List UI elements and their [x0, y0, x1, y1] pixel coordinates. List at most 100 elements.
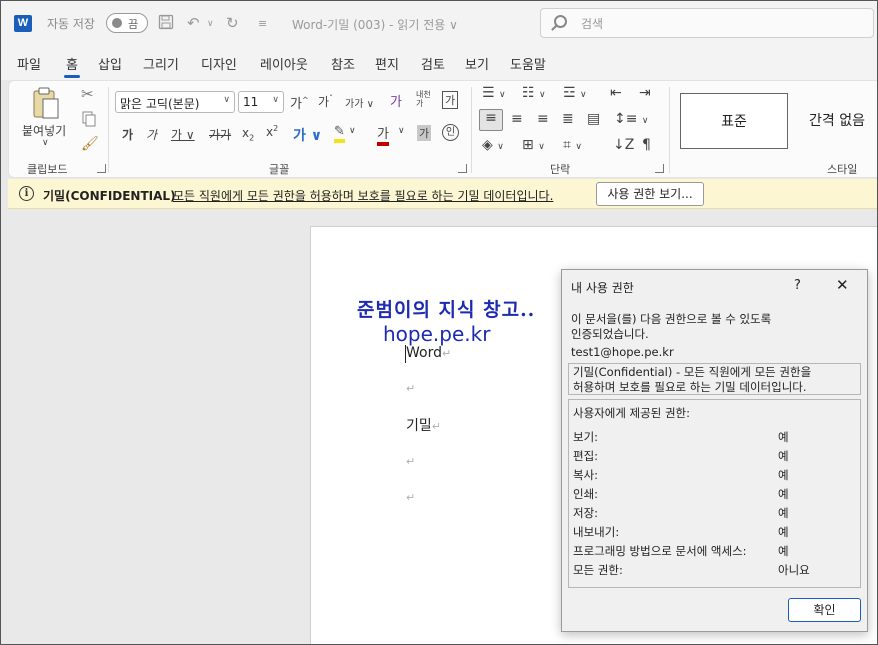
paragraph-3[interactable]: 기밀↵ [406, 415, 441, 435]
align-center-icon[interactable]: ≡ [511, 111, 523, 127]
character-border-icon[interactable]: 가 [442, 91, 459, 109]
paragraph-group-label: 단락 [550, 163, 571, 176]
line-spacing-icon[interactable]: ↕≡ ∨ [614, 111, 649, 127]
tab-help[interactable]: 도움말 [510, 54, 546, 73]
paragraph-mark-icon: ↵ [441, 347, 452, 360]
paragraph-5[interactable]: ↵ [406, 489, 415, 505]
font-size-combo[interactable]: 11 ∨ [238, 91, 284, 113]
chevron-down-icon[interactable]: ∨ [349, 126, 356, 136]
font-launcher-icon[interactable] [458, 164, 467, 173]
tab-mailings[interactable]: 편지 [375, 54, 399, 73]
paste-dropdown-icon[interactable]: ∨ [42, 138, 49, 148]
right-value: 예 [778, 487, 789, 501]
rights-row: 내보내기: 예 [573, 524, 858, 543]
format-painter-icon[interactable]: 🖌 [81, 136, 99, 152]
divider [669, 87, 670, 173]
increase-indent-icon[interactable]: ⇥ [639, 85, 651, 101]
undo-icon[interactable]: ↶ [187, 14, 200, 32]
right-value: 아니요 [778, 563, 810, 577]
view-permissions-button[interactable]: 사용 권한 보기... [596, 182, 704, 206]
distributed-icon[interactable]: ▤ [587, 111, 600, 127]
clipboard-launcher-icon[interactable] [97, 164, 106, 173]
borders-icon[interactable]: ⊞ ∨ [522, 137, 545, 153]
dialog-intro-line1: 이 문서을(를) 다음 권한으로 볼 수 있도록 [571, 312, 772, 326]
redo-icon[interactable]: ↻ [226, 14, 239, 32]
text-effects-icon[interactable]: 가 ∨ [293, 125, 322, 145]
asian-layout-icon[interactable]: ⌗ ∨ [563, 137, 582, 153]
chevron-down-icon: ∨ [223, 95, 230, 105]
sort-icon[interactable]: ↓Z [613, 137, 634, 153]
justify-icon[interactable]: ≣ [562, 111, 574, 127]
confidential-info-bar: i 기밀(CONFIDENTIAL) 모든 직원에게 모든 권한을 허용하며 보… [8, 179, 878, 209]
tab-home[interactable]: 홈 [64, 54, 80, 78]
clear-formatting-icon[interactable]: 가 [390, 91, 402, 110]
style-no-spacing[interactable]: 간격 없음 [799, 93, 878, 149]
underline-icon[interactable]: 가 ∨ [171, 126, 195, 143]
show-marks-icon[interactable]: ¶ [642, 137, 651, 153]
rights-header: 사용자에게 제공된 권한: [573, 406, 690, 420]
numbering-icon[interactable]: ☷ ∨ [522, 85, 546, 101]
align-left-icon[interactable]: ≡ [479, 109, 503, 131]
enclose-characters-icon[interactable]: 인 [442, 124, 459, 141]
title-bar: W 자동 저장 끔 ↶ ∨ ↻ ≡ Word-기밀 (003) - 읽기 전용 … [0, 0, 878, 46]
paragraph-4[interactable]: ↵ [406, 453, 415, 469]
tab-references[interactable]: 참조 [331, 54, 355, 73]
paragraph-mark-icon: ↵ [406, 491, 416, 504]
phonetic-guide-icon[interactable]: 내천 가 [416, 90, 431, 108]
font-size-value: 11 [243, 95, 259, 109]
shading-icon[interactable]: ◈ ∨ [482, 137, 504, 153]
grow-font-icon[interactable]: 가^ [290, 93, 309, 112]
tab-insert[interactable]: 삽입 [98, 54, 122, 73]
autosave-label: 자동 저장 [47, 17, 95, 31]
customize-toolbar-icon[interactable]: ≡ [258, 17, 267, 30]
tab-draw[interactable]: 그리기 [143, 54, 179, 73]
autosave-toggle[interactable]: 끔 [106, 13, 148, 33]
paragraph-launcher-icon[interactable] [655, 164, 664, 173]
cut-icon[interactable]: ✂ [81, 85, 94, 103]
decrease-indent-icon[interactable]: ⇤ [610, 85, 622, 101]
save-icon[interactable] [158, 14, 174, 34]
paste-icon[interactable] [31, 86, 61, 123]
style-normal[interactable]: 표준 [680, 93, 788, 149]
copy-icon[interactable] [81, 111, 97, 130]
info-message-link[interactable]: 모든 직원에게 모든 권한을 허용하며 보호를 필요로 하는 기밀 데이터입니다… [173, 187, 553, 204]
tab-layout[interactable]: 레이아웃 [260, 54, 308, 73]
tab-design[interactable]: 디자인 [201, 54, 237, 73]
search-box[interactable]: 검색 [540, 8, 874, 38]
right-name: 모든 권한: [573, 563, 623, 577]
font-group-label: 글꼴 [269, 163, 290, 176]
font-name-combo[interactable]: 맑은 고딕(본문) ∨ [115, 91, 235, 113]
right-name: 인쇄: [573, 487, 599, 501]
paste-label[interactable]: 붙여넣기 [22, 122, 66, 139]
align-right-icon[interactable]: ≡ [537, 111, 549, 127]
bullets-icon[interactable]: ☰ ∨ [482, 85, 506, 101]
tab-file[interactable]: 파일 [17, 54, 41, 73]
watermark-line2: hope.pe.kr [383, 322, 491, 346]
change-case-icon[interactable]: 가가 ∨ [345, 95, 374, 110]
font-color-icon[interactable]: 가 [377, 123, 389, 146]
tab-view[interactable]: 보기 [465, 54, 489, 73]
strikethrough-icon[interactable]: 가가 [209, 126, 231, 143]
character-shading-icon[interactable]: 가 [417, 125, 432, 141]
right-name: 저장: [573, 506, 599, 520]
help-icon[interactable]: ? [794, 278, 801, 293]
rights-row: 저장: 예 [573, 505, 858, 524]
multilevel-list-icon[interactable]: ☲ ∨ [563, 85, 587, 101]
paragraph-2[interactable]: ↵ [406, 380, 415, 396]
shrink-font-icon[interactable]: 가ˇ [318, 93, 333, 110]
italic-icon[interactable]: 가 [146, 126, 157, 143]
superscript-icon[interactable]: x2 [266, 124, 278, 139]
ok-button[interactable]: 확인 [788, 598, 861, 622]
tab-review[interactable]: 검토 [421, 54, 445, 73]
undo-dropdown-icon[interactable]: ∨ [207, 19, 214, 29]
right-value: 예 [778, 449, 789, 463]
paragraph-1[interactable]: Word↵ [406, 345, 451, 361]
close-icon[interactable]: ✕ [836, 276, 849, 294]
rights-list: 사용자에게 제공된 권한: 보기: 예 편집: 예 복사: 예 인쇄: 예 저장: 예 내… [568, 399, 861, 588]
subscript-icon[interactable]: x2 [242, 126, 254, 142]
highlight-icon[interactable]: ✎ [334, 124, 345, 143]
rights-row: 모든 권한: 아니요 [573, 562, 858, 581]
chevron-down-icon[interactable]: ∨ [398, 126, 405, 136]
document-title[interactable]: Word-기밀 (003) - 읽기 전용 ∨ [292, 16, 458, 33]
bold-icon[interactable]: 가 [122, 126, 133, 143]
